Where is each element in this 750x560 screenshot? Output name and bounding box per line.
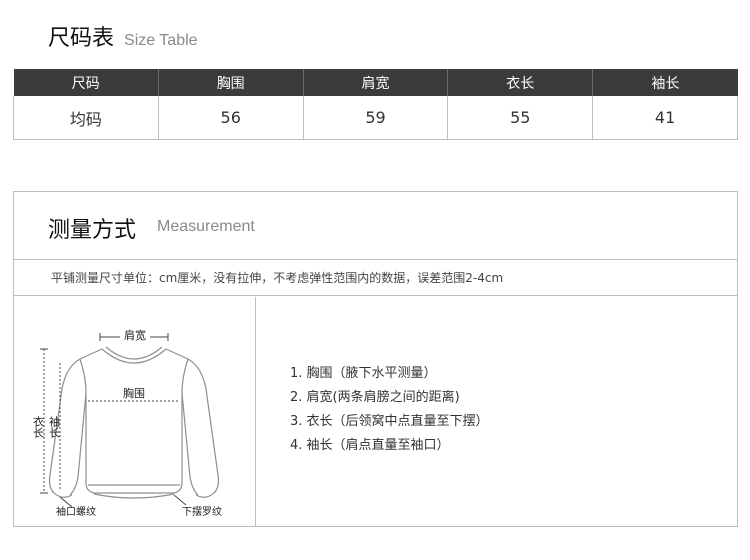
list-item: 3. 衣长（后领窝中点直量至下摆）: [290, 414, 489, 429]
list-item: 1. 胸围（腋下水平测量）: [290, 366, 437, 381]
measurement-panel: 测量方式 Measurement 平铺测量尺寸单位：cm厘米，没有拉伸，不考虑弹…: [13, 191, 738, 527]
sweater-diagram: 肩宽 胸围 衣长 袖长 袖口螺纹 下摆罗纹: [14, 297, 256, 526]
header-sleeve: 袖长: [592, 69, 738, 96]
cell-length: 55: [447, 96, 594, 140]
cell-chest: 56: [158, 96, 304, 140]
header-shoulder: 肩宽: [303, 69, 449, 96]
measurement-title-zh: 测量方式: [48, 218, 137, 243]
hem-label: 下摆罗纹: [182, 505, 222, 518]
cuff-label: 袖口螺纹: [56, 505, 96, 518]
shoulder-label: 肩宽: [124, 328, 146, 342]
sleeve-length-label: 袖长: [48, 415, 61, 438]
table-row: 均码 56 59 55 41: [13, 96, 738, 140]
size-table-header-row: 尺码 胸围 肩宽 衣长 袖长: [13, 69, 738, 96]
measurement-header: 测量方式 Measurement: [14, 192, 737, 260]
hem-pointer: [173, 494, 187, 506]
list-item: 2. 肩宽(两条肩膀之间的距离): [290, 390, 460, 405]
size-table-title-en: Size Table: [124, 32, 198, 49]
chest-label: 胸围: [123, 386, 145, 400]
cell-sleeve: 41: [592, 96, 738, 140]
sweater-diagram-svg: 肩宽 胸围 衣长 袖长 袖口螺纹 下摆罗纹: [32, 327, 222, 518]
size-table-title: 尺码表 Size Table: [48, 20, 198, 52]
cell-shoulder: 59: [303, 96, 449, 140]
size-table-title-zh: 尺码表: [48, 26, 115, 51]
body-length-label: 衣长: [32, 415, 45, 438]
measurement-title-en: Measurement: [157, 218, 255, 235]
cell-size: 均码: [13, 96, 159, 140]
cuff-pointer: [59, 496, 73, 508]
header-size: 尺码: [13, 69, 159, 96]
list-item: 4. 袖长（肩点直量至袖口）: [290, 438, 450, 453]
size-table: 尺码 胸围 肩宽 衣长 袖长 均码 56 59 55 41: [13, 69, 738, 140]
measurement-note: 平铺测量尺寸单位：cm厘米，没有拉伸，不考虑弹性范围内的数据，误差范围2-4cm: [14, 260, 737, 296]
header-chest: 胸围: [158, 69, 304, 96]
measurement-list: 1. 胸围（腋下水平测量） 2. 肩宽(两条肩膀之间的距离) 3. 衣长（后领窝…: [290, 362, 489, 458]
header-length: 衣长: [447, 69, 594, 96]
sweater-outline: [48, 346, 220, 499]
